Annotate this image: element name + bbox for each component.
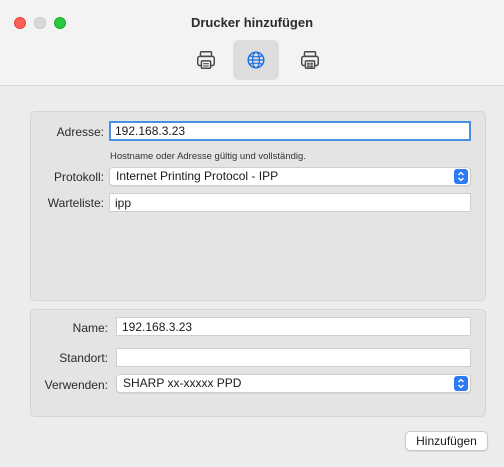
add-button[interactable]: Hinzufügen [405, 431, 488, 451]
driver-value: SHARP xx-xxxxx PPD [123, 376, 242, 390]
chevron-updown-icon [454, 376, 468, 391]
protocol-value: Internet Printing Protocol - IPP [116, 169, 279, 183]
titlebar: Drucker hinzufügen [0, 0, 504, 86]
location-input[interactable] [116, 348, 471, 367]
use-label: Verwenden: [44, 378, 108, 392]
chevron-updown-icon [454, 169, 468, 184]
queue-label: Warteliste: [47, 196, 104, 210]
location-label: Standort: [59, 351, 108, 365]
queue-input[interactable] [109, 193, 471, 212]
protocol-label: Protokoll: [53, 170, 104, 184]
toolbar-ip-printer[interactable] [233, 40, 279, 80]
windows-printer-icon [301, 51, 319, 69]
name-input[interactable] [116, 317, 471, 336]
name-label: Name: [72, 321, 108, 335]
protocol-select[interactable]: Internet Printing Protocol - IPP [109, 167, 471, 186]
toolbar-default-printer[interactable] [183, 40, 229, 80]
printer-icon [197, 51, 215, 69]
address-input[interactable] [109, 121, 471, 141]
add-printer-window: Drucker hinzufügen Adresse: 192.168.3.23… [0, 0, 504, 467]
driver-select[interactable]: SHARP xx-xxxxx PPD [116, 374, 471, 393]
toolbar-windows-printer[interactable] [287, 40, 333, 80]
address-hint: Hostname oder Adresse gültig und vollstä… [110, 151, 306, 162]
window-title: Drucker hinzufügen [190, 15, 314, 30]
globe-icon [247, 51, 265, 69]
address-label: Adresse: [56, 125, 104, 139]
